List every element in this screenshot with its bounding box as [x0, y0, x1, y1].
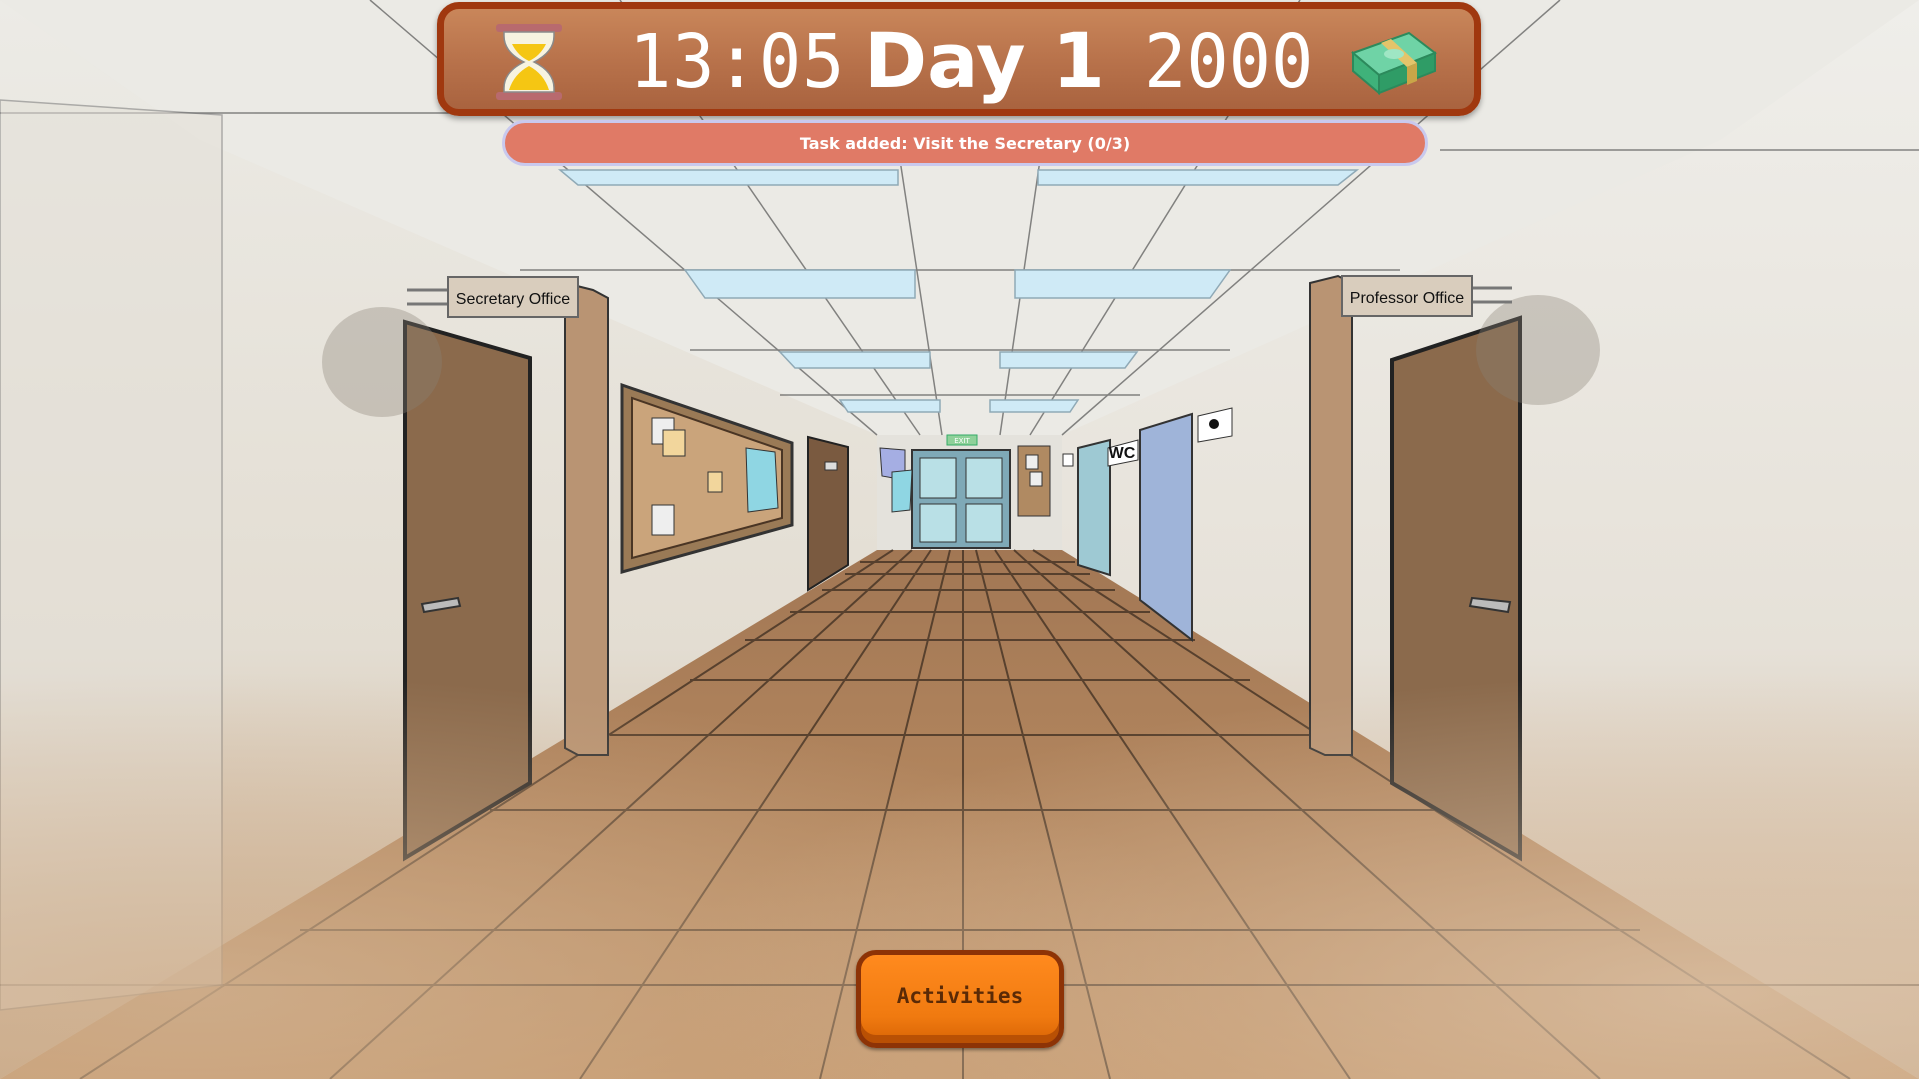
cash-stack-icon	[1351, 31, 1438, 96]
activities-button[interactable]: Activities	[856, 950, 1064, 1048]
day-display: Day 1	[864, 16, 1105, 105]
professor-office-sign: Professor Office	[1350, 290, 1465, 307]
task-notification: Task added: Visit the Secretary (0/3)	[502, 120, 1428, 166]
exit-sign: EXIT	[954, 437, 970, 445]
wc-sign: WC	[1109, 445, 1136, 462]
hourglass-icon	[496, 24, 562, 100]
secretary-office-sign: Secretary Office	[456, 291, 571, 308]
hud-bar: 13:05 Day 1 2000	[437, 2, 1481, 116]
time-display: 13:05	[629, 19, 846, 105]
money-display: 2000	[1144, 19, 1314, 105]
